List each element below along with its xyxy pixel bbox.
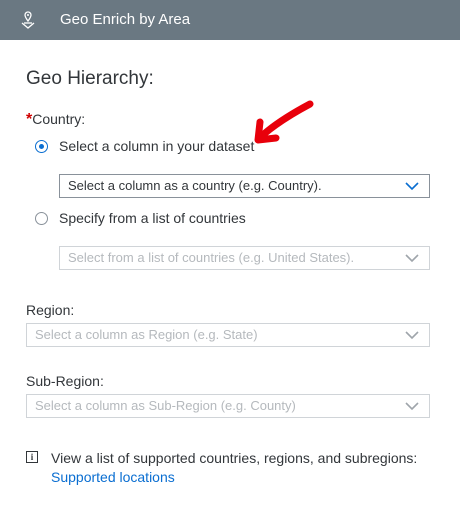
region-label: Region: (26, 302, 75, 318)
chevron-down-icon (405, 182, 419, 191)
country-label: *Country: (26, 111, 85, 129)
annotation-arrow-icon (254, 100, 314, 144)
region-select-placeholder: Select a column as Region (e.g. State) (35, 327, 258, 342)
country-list-select-placeholder: Select from a list of countries (e.g. Un… (68, 250, 355, 265)
country-column-select[interactable]: Select a column as a country (e.g. Count… (59, 174, 430, 198)
info-icon: i (26, 451, 38, 463)
location-pin-icon (21, 11, 35, 29)
region-select[interactable]: Select a column as Region (e.g. State) (26, 323, 430, 347)
radio-button-selected[interactable] (35, 139, 48, 153)
subregion-select[interactable]: Select a column as Sub-Region (e.g. Coun… (26, 394, 430, 418)
radio-select-column[interactable]: Select a column in your dataset (35, 138, 254, 154)
section-title: Geo Hierarchy: (26, 68, 154, 89)
supported-locations-link[interactable]: Supported locations (51, 469, 175, 485)
dialog-header: Geo Enrich by Area (0, 0, 460, 40)
country-column-select-value: Select a column as a country (e.g. Count… (68, 178, 322, 193)
radio-button-unselected[interactable] (35, 211, 48, 225)
radio-specify-list[interactable]: Specify from a list of countries (35, 210, 246, 226)
subregion-select-placeholder: Select a column as Sub-Region (e.g. Coun… (35, 398, 296, 413)
chevron-down-icon (405, 331, 419, 340)
radio-select-column-label: Select a column in your dataset (59, 138, 255, 154)
radio-specify-list-label: Specify from a list of countries (59, 210, 246, 226)
info-text: View a list of supported countries, regi… (51, 450, 418, 466)
country-list-select[interactable]: Select from a list of countries (e.g. Un… (59, 246, 430, 270)
country-label-text: Country: (32, 111, 86, 127)
chevron-down-icon (405, 402, 419, 411)
chevron-down-icon (405, 254, 419, 263)
dialog-title: Geo Enrich by Area (60, 11, 191, 28)
subregion-label: Sub-Region: (26, 373, 104, 389)
